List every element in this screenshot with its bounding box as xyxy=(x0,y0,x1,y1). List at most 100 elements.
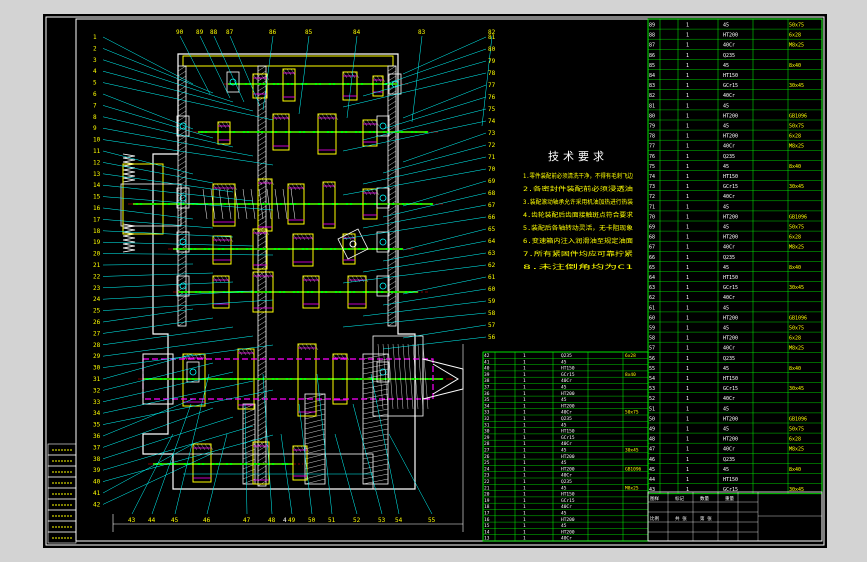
gear-hatch xyxy=(342,71,348,79)
hatch-line xyxy=(387,295,397,302)
leader-line xyxy=(244,403,248,515)
hatch-line xyxy=(177,295,187,302)
bom-row-number: 83 xyxy=(649,83,655,89)
bom-row-material: 45 xyxy=(723,63,729,69)
hatch-line xyxy=(257,340,267,347)
callout-left-13: 13 xyxy=(93,171,101,178)
bom-row-number: 52 xyxy=(649,396,655,402)
gear-hatch xyxy=(252,271,258,279)
callout-left-40: 40 xyxy=(93,479,101,486)
hatch-line xyxy=(257,295,267,302)
hatch-line xyxy=(177,85,187,92)
bom-row-material: HT150 xyxy=(723,376,738,382)
callout-left-14: 14 xyxy=(93,182,101,189)
gear-hatch xyxy=(245,348,251,356)
gear-hatch xyxy=(216,235,222,243)
bom-row-material: GCr15 xyxy=(723,386,738,392)
bom-row-spec: 8x40 xyxy=(789,467,801,473)
bom-row-qty: 1 xyxy=(686,396,689,402)
hatch-line xyxy=(257,335,267,342)
bom-row-material: 45 xyxy=(723,427,729,433)
bom-row-spec: 6x28 xyxy=(789,336,801,342)
hatch-line xyxy=(257,140,267,147)
callout-bottom-47: 47 xyxy=(243,517,251,524)
bom-row-qty: 1 xyxy=(686,113,689,119)
bom-row-number: 76 xyxy=(649,154,655,160)
hatch-line xyxy=(387,210,397,217)
gear-hatch xyxy=(292,445,298,453)
bom-row-material: 40Cr xyxy=(561,536,572,542)
hatch-line xyxy=(177,260,187,267)
bom-row-spec: M8x25 xyxy=(789,447,804,453)
bom-row-qty: 1 xyxy=(686,23,689,29)
leader-line xyxy=(342,216,487,240)
bom-row-material: 40Cr xyxy=(723,295,735,301)
leader-line xyxy=(402,324,487,339)
hatch-line xyxy=(387,165,397,172)
hatch-line xyxy=(257,350,267,357)
callout-left-4: 4 xyxy=(93,68,97,75)
leader-line xyxy=(102,253,274,256)
tech-requirement-line: 5.装配后各轴转动灵活，无卡阻现象 xyxy=(523,224,633,232)
callout-right-60: 60 xyxy=(488,286,496,293)
outer-frame xyxy=(45,16,825,546)
gear-hatch xyxy=(220,275,226,283)
bom-row-number: 74 xyxy=(649,174,655,180)
callout-right-78: 78 xyxy=(488,70,496,77)
bom-row-number: 13 xyxy=(484,536,490,542)
leader-line xyxy=(388,433,433,515)
leader-line xyxy=(262,373,273,515)
bom-row-qty: 1 xyxy=(686,356,689,362)
callout-left-22: 22 xyxy=(93,273,101,280)
hatch-line xyxy=(304,438,326,445)
callout-left-17: 17 xyxy=(93,216,101,223)
left-legend-block xyxy=(47,443,77,544)
gear-hatch xyxy=(261,178,267,186)
bom-row-spec: 6x28 xyxy=(789,437,801,443)
viewer-viewport[interactable]: 4 90 89 88 87 86 85 84 83 82 1 2 3 4 5 6 7 8 9 10 11 12 13 14 1… xyxy=(0,0,867,562)
bom-row-spec: M8x25 xyxy=(789,346,804,352)
pulley-groove xyxy=(122,169,136,175)
bom-row-material: 45 xyxy=(723,467,729,473)
hatch-line xyxy=(304,448,326,455)
bom-row-material: HT200 xyxy=(723,437,738,443)
callout-right-74: 74 xyxy=(488,118,496,125)
bom-row-material: 45 xyxy=(723,124,729,130)
hatch-line xyxy=(177,310,187,317)
bom-row-qty: 1 xyxy=(686,235,689,241)
hatch-line xyxy=(402,343,409,410)
callout-right-56: 56 xyxy=(488,334,496,341)
hatch-line xyxy=(177,205,187,212)
leader-line xyxy=(102,335,254,357)
bom-row-number: 61 xyxy=(649,305,655,311)
leader-line xyxy=(102,150,194,175)
bom-row-qty: 1 xyxy=(686,346,689,352)
bom-row-material: HT150 xyxy=(723,73,738,79)
hatch-line xyxy=(257,285,267,292)
hatch-line xyxy=(304,393,326,400)
bom-row-number: 51 xyxy=(649,406,655,412)
hatch-line xyxy=(257,235,267,242)
gear-hatch xyxy=(282,68,288,76)
title-block-cell: 数量 xyxy=(700,495,709,502)
hatch-line xyxy=(257,415,267,422)
tech-requirement-line: 2.各密封件装配前必须浸透油 xyxy=(523,185,633,193)
title-block-cell: 重量 xyxy=(725,495,734,502)
tech-requirements-title: 技术要求 xyxy=(548,150,608,163)
hatch-line xyxy=(387,305,397,312)
bom-row-qty: 1 xyxy=(686,43,689,49)
callout-left-23: 23 xyxy=(93,285,101,292)
callout-right-61: 61 xyxy=(488,274,496,281)
drawing-canvas[interactable]: 4 90 89 88 87 86 85 84 83 82 1 2 3 4 5 6 7 8 9 10 11 12 13 14 1… xyxy=(43,14,827,548)
bom-row-material: HT200 xyxy=(723,134,738,140)
callout-left-31: 31 xyxy=(93,376,101,383)
callout-top-90: 90 xyxy=(176,29,184,36)
bom-row-number: 55 xyxy=(649,366,655,372)
hatch-line xyxy=(177,135,187,142)
bearing-ball xyxy=(379,238,387,246)
leader-line xyxy=(298,403,313,515)
bom-row-qty: 1 xyxy=(686,174,689,180)
bom-row-qty: 1 xyxy=(686,154,689,160)
callout-bottom-43: 43 xyxy=(128,517,136,524)
hatch-line xyxy=(387,215,397,222)
